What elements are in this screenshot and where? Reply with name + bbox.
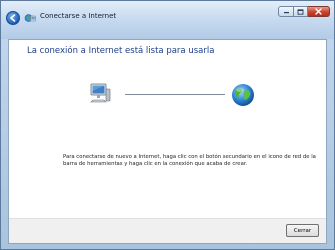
- globe-icon: [232, 84, 254, 106]
- instructions-text: Para conectarse de nuevo a Internet, hag…: [63, 154, 316, 168]
- content-panel: La conexión a Internet está lista para u…: [8, 39, 327, 244]
- minimize-icon: [283, 12, 289, 14]
- button-bar: Cerrar: [9, 218, 326, 243]
- title-bar: Conectarse a Internet: [1, 1, 334, 39]
- dialog-window: Conectarse a Internet La conexión a Inte…: [0, 0, 335, 250]
- back-arrow-icon: [10, 14, 16, 22]
- back-button[interactable]: [6, 11, 20, 25]
- close-icon: [315, 8, 322, 15]
- computer-icon: [90, 83, 111, 103]
- window-title: Conectarse a Internet: [40, 12, 117, 20]
- maximize-button[interactable]: [294, 6, 308, 17]
- close-button[interactable]: Cerrar: [286, 224, 319, 237]
- maximize-icon: [297, 8, 304, 15]
- caption-buttons: [278, 6, 330, 17]
- window-close-button[interactable]: [308, 6, 330, 17]
- minimize-button[interactable]: [278, 6, 294, 17]
- connection-line: [125, 94, 225, 95]
- network-icon: [24, 14, 36, 22]
- page-heading: La conexión a Internet está lista para u…: [27, 46, 215, 56]
